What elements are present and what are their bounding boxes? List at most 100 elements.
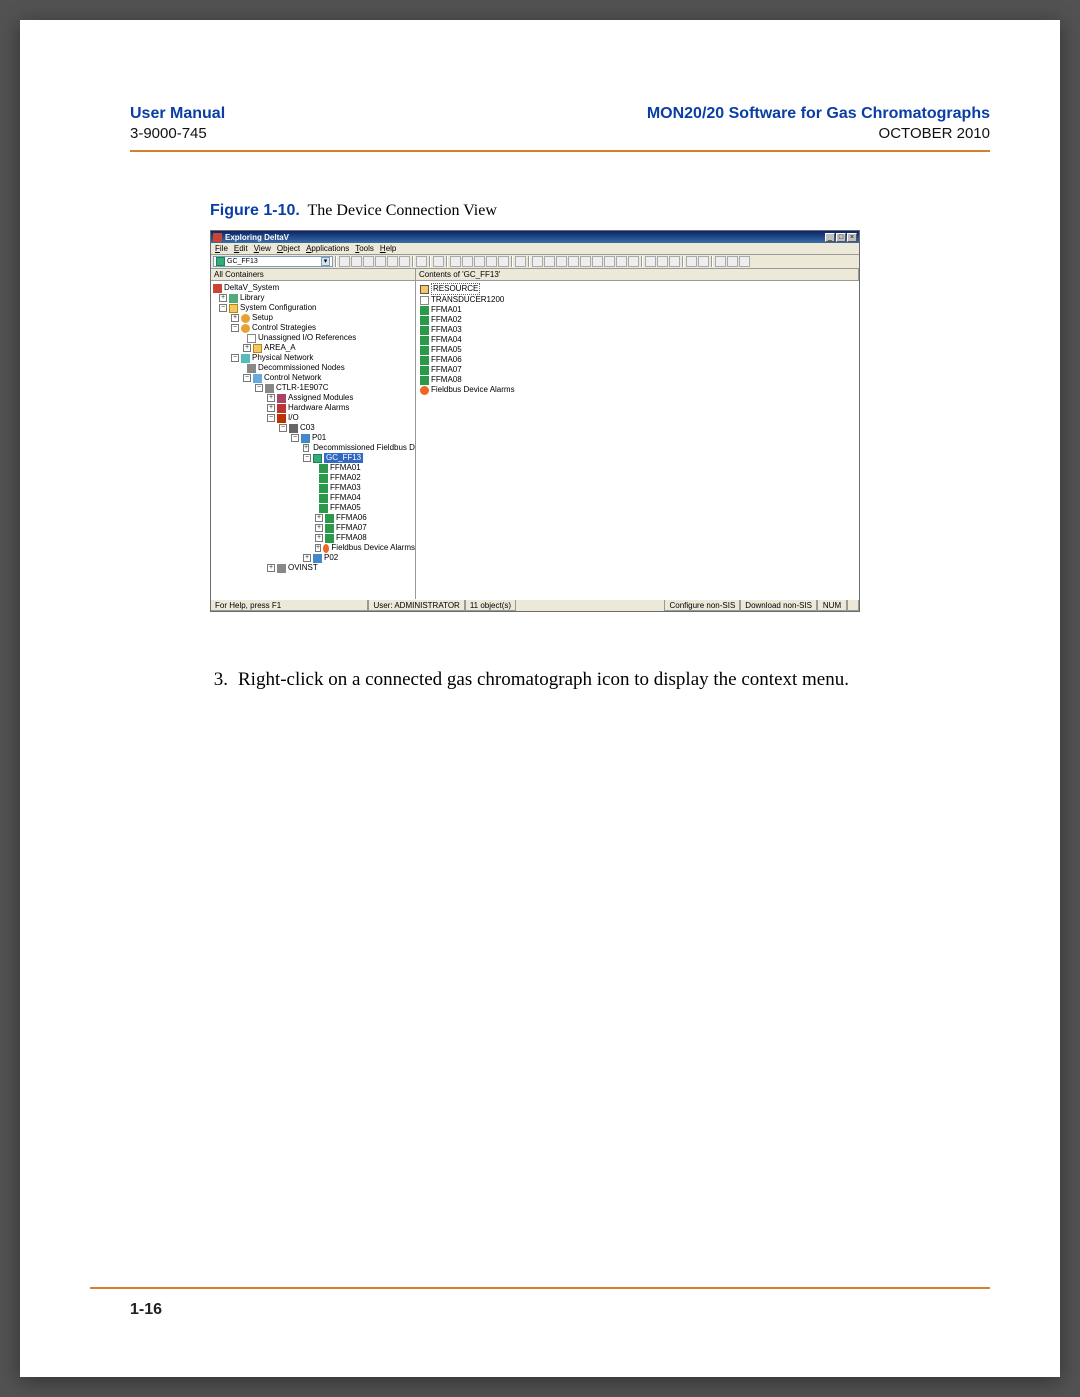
menu-applications[interactable]: Applications [306, 244, 349, 253]
toolbar-button[interactable] [532, 256, 543, 267]
toolbar-button[interactable] [727, 256, 738, 267]
tree-physnet[interactable]: Physical Network [252, 353, 313, 363]
tree-syscfg[interactable]: System Configuration [240, 303, 316, 313]
tree-ffma[interactable]: FFMA04 [330, 493, 361, 503]
tree-ffma[interactable]: FFMA01 [330, 463, 361, 473]
list-ffma[interactable]: FFMA07 [431, 365, 462, 375]
tree-setup[interactable]: Setup [252, 313, 273, 323]
list-ffma[interactable]: FFMA05 [431, 345, 462, 355]
tree-decommfb[interactable]: Decommissioned Fieldbus Devices [313, 443, 416, 453]
tree-ffma[interactable]: FFMA02 [330, 473, 361, 483]
tree-ffma[interactable]: FFMA08 [336, 533, 367, 543]
tree-root[interactable]: DeltaV_System [224, 283, 279, 293]
expand-icon[interactable]: + [231, 314, 239, 322]
tree-ffma[interactable]: FFMA06 [336, 513, 367, 523]
collapse-icon[interactable]: − [219, 304, 227, 312]
toolbar-button[interactable] [698, 256, 709, 267]
list-ffma[interactable]: FFMA01 [431, 305, 462, 315]
toolbar-button[interactable] [486, 256, 497, 267]
toolbar-button[interactable] [592, 256, 603, 267]
tree-ffma[interactable]: FFMA03 [330, 483, 361, 493]
toolbar-button[interactable] [544, 256, 555, 267]
expand-icon[interactable]: + [315, 514, 323, 522]
toolbar-button[interactable] [416, 256, 427, 267]
tree-ctlr[interactable]: CTLR-1E907C [276, 383, 328, 393]
list-ffma[interactable]: FFMA02 [431, 315, 462, 325]
menu-view[interactable]: View [254, 244, 271, 253]
list-ffma[interactable]: FFMA04 [431, 335, 462, 345]
collapse-icon[interactable]: − [267, 414, 275, 422]
tree-gc-selected[interactable]: GC_FF13 [324, 453, 363, 463]
tree-p01[interactable]: P01 [312, 433, 326, 443]
expand-icon[interactable]: + [303, 554, 311, 562]
toolbar-button[interactable] [498, 256, 509, 267]
collapse-icon[interactable]: − [231, 324, 239, 332]
toolbar-button[interactable] [433, 256, 444, 267]
collapse-icon[interactable]: − [243, 374, 251, 382]
toolbar-button[interactable] [474, 256, 485, 267]
tree-decomm[interactable]: Decommissioned Nodes [258, 363, 345, 373]
menu-tools[interactable]: Tools [355, 244, 374, 253]
menu-file[interactable]: FFileile [215, 244, 228, 253]
toolbar-button[interactable] [556, 256, 567, 267]
toolbar-button[interactable] [568, 256, 579, 267]
tree-unassigned[interactable]: Unassigned I/O References [258, 333, 356, 343]
tree-library[interactable]: Library [240, 293, 264, 303]
tree-p02[interactable]: P02 [324, 553, 338, 563]
toolbar-button[interactable] [628, 256, 639, 267]
expand-icon[interactable]: + [267, 394, 275, 402]
toolbar-button[interactable] [387, 256, 398, 267]
expand-icon[interactable]: + [267, 564, 275, 572]
toolbar-button[interactable] [351, 256, 362, 267]
list-ffma[interactable]: FFMA06 [431, 355, 462, 365]
menu-help[interactable]: Help [380, 244, 396, 253]
expand-icon[interactable]: + [219, 294, 227, 302]
list-transducer[interactable]: TRANSDUCER1200 [431, 295, 504, 305]
toolbar-button[interactable] [339, 256, 350, 267]
collapse-icon[interactable]: − [279, 424, 287, 432]
expand-icon[interactable]: + [303, 444, 309, 452]
tree-io[interactable]: I/O [288, 413, 299, 423]
collapse-icon[interactable]: − [291, 434, 299, 442]
list-resource[interactable]: RESOURCE [431, 283, 480, 295]
toolbar-button[interactable] [515, 256, 526, 267]
expand-icon[interactable]: + [243, 344, 251, 352]
close-button[interactable]: × [847, 233, 857, 242]
expand-icon[interactable]: + [267, 404, 275, 412]
collapse-icon[interactable]: − [231, 354, 239, 362]
tree-ctrlnet[interactable]: Control Network [264, 373, 321, 383]
menu-edit[interactable]: Edit [234, 244, 248, 253]
tree-hwalarms[interactable]: Hardware Alarms [288, 403, 349, 413]
toolbar-button[interactable] [399, 256, 410, 267]
expand-icon[interactable]: + [315, 524, 323, 532]
tree-assigned[interactable]: Assigned Modules [288, 393, 353, 403]
list-ffma[interactable]: FFMA08 [431, 375, 462, 385]
tree-ovinst[interactable]: OVINST [288, 563, 318, 573]
toolbar-button[interactable] [580, 256, 591, 267]
toolbar-button[interactable] [669, 256, 680, 267]
toolbar-button[interactable] [715, 256, 726, 267]
expand-icon[interactable]: + [315, 544, 321, 552]
menu-object[interactable]: Object [277, 244, 300, 253]
list-ffma[interactable]: FFMA03 [431, 325, 462, 335]
collapse-icon[interactable]: − [303, 454, 311, 462]
tree-fbalarms[interactable]: Fieldbus Device Alarms [331, 543, 415, 553]
maximize-button[interactable]: □ [836, 233, 846, 242]
address-combo[interactable]: GC_FF13 ▾ [213, 256, 333, 267]
toolbar-button[interactable] [604, 256, 615, 267]
toolbar-button[interactable] [739, 256, 750, 267]
tree-c03[interactable]: C03 [300, 423, 315, 433]
tree-ctrlstrat[interactable]: Control Strategies [252, 323, 316, 333]
col-right-header[interactable]: Contents of 'GC_FF13' [416, 269, 859, 280]
toolbar-button[interactable] [363, 256, 374, 267]
tree-ffma[interactable]: FFMA07 [336, 523, 367, 533]
resize-grip-icon[interactable] [847, 600, 859, 611]
toolbar-button[interactable] [645, 256, 656, 267]
tree-area[interactable]: AREA_A [264, 343, 296, 353]
expand-icon[interactable]: + [315, 534, 323, 542]
toolbar-button[interactable] [462, 256, 473, 267]
toolbar-button[interactable] [686, 256, 697, 267]
minimize-button[interactable]: _ [825, 233, 835, 242]
tree-ffma[interactable]: FFMA05 [330, 503, 361, 513]
toolbar-button[interactable] [375, 256, 386, 267]
